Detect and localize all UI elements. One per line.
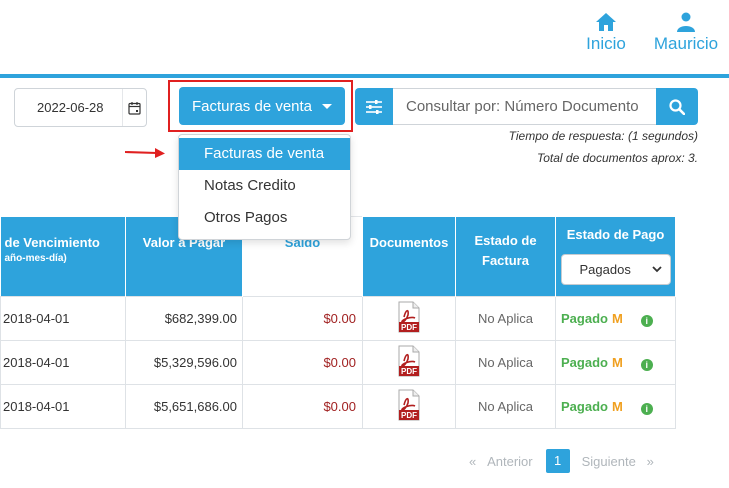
doc-type-menu: Facturas de venta Notas Credito Otros Pa…	[178, 134, 351, 240]
pago-status: Pagado	[561, 310, 608, 326]
col-header-vencimiento-sub: año-mes-día)	[4, 252, 67, 264]
calendar-icon[interactable]	[122, 89, 146, 126]
total-docs-text: Total de documentos aprox: 3.	[537, 151, 698, 165]
caret-down-icon	[322, 103, 333, 109]
cell-pago: Pagado Mi	[555, 384, 676, 429]
col-header-estado-pago: Estado de Pago Pagados	[555, 216, 676, 297]
cell-valor: $5,329,596.00	[125, 340, 243, 385]
cell-estado: No Aplica	[455, 384, 556, 429]
pdf-icon-label: PDF	[401, 411, 417, 420]
cell-saldo: $0.00	[242, 384, 363, 429]
pago-m-badge: M	[611, 398, 623, 414]
pagination-next[interactable]: Siguiente »	[582, 454, 654, 469]
cell-fecha: 2018-04-01	[0, 340, 126, 385]
search-button[interactable]	[656, 88, 698, 125]
doc-type-dropdown[interactable]: Facturas de venta	[179, 87, 345, 125]
col-header-estado-pago-label: Estado de Pago	[566, 226, 665, 242]
cell-saldo: $0.00	[242, 340, 363, 385]
pdf-icon[interactable]: PDF	[397, 345, 421, 377]
cell-documento: PDF	[362, 340, 456, 385]
pdf-icon[interactable]: PDF	[397, 301, 421, 333]
pago-status: Pagado	[561, 398, 608, 414]
pdf-icon[interactable]: PDF	[397, 389, 421, 421]
cell-pago: Pagado Mi	[555, 340, 676, 385]
search-input[interactable]	[393, 88, 657, 125]
pago-m-badge: M	[611, 354, 623, 370]
nav-home[interactable]: Inicio	[582, 12, 630, 54]
invoices-table: de Vencimiento año-mes-día) Valor a Paga…	[0, 216, 676, 429]
col-header-vencimiento: de Vencimiento año-mes-día)	[0, 216, 126, 297]
pdf-icon-label: PDF	[401, 323, 417, 332]
pagination: « Anterior 1 Siguiente »	[469, 449, 654, 473]
nav-home-label: Inicio	[586, 34, 626, 53]
chevron-down-icon	[651, 265, 662, 272]
table-row: 2018-04-01 $5,329,596.00 $0.00 PDF No Ap…	[0, 340, 676, 385]
user-icon	[677, 12, 695, 32]
arrow-right-icon	[125, 148, 165, 158]
cell-saldo: $0.00	[242, 296, 363, 341]
menu-item-facturas-venta[interactable]: Facturas de venta	[179, 138, 350, 170]
pago-m-badge: M	[611, 310, 623, 326]
pagination-prev-arrow: «	[469, 453, 477, 469]
info-icon[interactable]: i	[640, 358, 653, 371]
cell-estado: No Aplica	[455, 340, 556, 385]
pdf-icon-label: PDF	[401, 367, 417, 376]
pagination-next-arrow: »	[646, 453, 654, 469]
estado-pago-select-value: Pagados	[579, 261, 631, 277]
cell-valor: $682,399.00	[125, 296, 243, 341]
menu-item-otros-pagos[interactable]: Otros Pagos	[179, 202, 350, 234]
table-row: 2018-04-01 $5,651,686.00 $0.00 PDF No Ap…	[0, 384, 676, 429]
col-header-documentos: Documentos	[362, 216, 456, 297]
home-icon	[596, 13, 616, 31]
nav-user[interactable]: Mauricio	[649, 12, 723, 54]
page: Inicio Mauricio 2022-06-28 Facturas de v…	[0, 0, 729, 488]
doc-type-label: Facturas de venta	[191, 97, 313, 115]
info-icon[interactable]: i	[640, 402, 653, 415]
header-divider	[0, 74, 729, 78]
date-input[interactable]: 2022-06-28	[14, 88, 147, 127]
pagination-next-label: Siguiente	[581, 453, 636, 469]
pagination-prev[interactable]: « Anterior	[469, 454, 533, 469]
pago-status: Pagado	[561, 354, 608, 370]
cell-documento: PDF	[362, 384, 456, 429]
filter-button[interactable]	[355, 88, 393, 125]
pagination-prev-label: Anterior	[487, 453, 533, 469]
col-header-vencimiento-label: de Vencimiento	[4, 234, 100, 250]
info-icon[interactable]: i	[640, 314, 653, 327]
response-time-text: Tiempo de respuesta: (1 segundos)	[508, 129, 698, 143]
cell-pago: Pagado Mi	[555, 296, 676, 341]
table-row: 2018-04-01 $682,399.00 $0.00 PDF No Apli…	[0, 296, 676, 341]
cell-fecha: 2018-04-01	[0, 384, 126, 429]
sliders-icon	[366, 99, 382, 114]
nav-user-label: Mauricio	[653, 34, 719, 53]
cell-fecha: 2018-04-01	[0, 296, 126, 341]
cell-valor: $5,651,686.00	[125, 384, 243, 429]
pagination-page-1[interactable]: 1	[545, 449, 570, 473]
date-value: 2022-06-28	[37, 100, 104, 115]
col-header-estado-factura: Estado de Factura	[455, 216, 556, 297]
estado-pago-select[interactable]: Pagados	[560, 253, 671, 285]
search-icon	[669, 98, 685, 115]
menu-item-notas-credito[interactable]: Notas Credito	[179, 170, 350, 202]
cell-documento: PDF	[362, 296, 456, 341]
cell-estado: No Aplica	[455, 296, 556, 341]
